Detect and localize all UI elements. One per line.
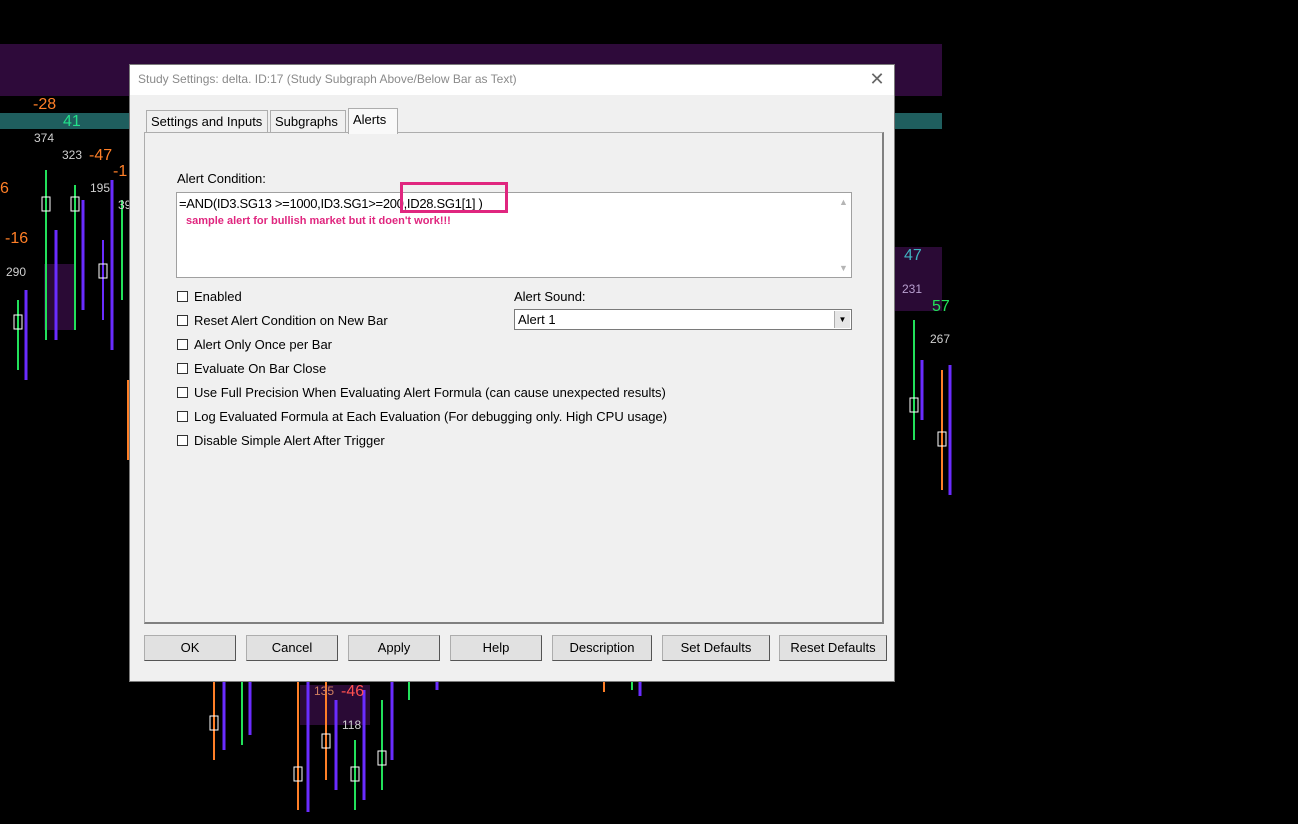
log-formula-checkbox[interactable] <box>177 411 188 422</box>
textarea-scrollbar[interactable]: ▲ ▼ <box>836 193 851 277</box>
enabled-checkbox[interactable] <box>177 291 188 302</box>
alert-condition-label: Alert Condition: <box>177 171 266 186</box>
checkbox-label: Enabled <box>194 289 242 304</box>
checkbox-label: Evaluate On Bar Close <box>194 361 327 376</box>
checkbox-label: Use Full Precision When Evaluating Alert… <box>194 385 666 400</box>
reset-defaults-button[interactable]: Reset Defaults <box>779 635 887 661</box>
chart-value-label: 323 <box>62 148 83 162</box>
close-icon[interactable]: ✕ <box>866 68 888 90</box>
chart-value-label: 290 <box>6 265 27 279</box>
chart-value-label: 374 <box>34 131 55 145</box>
checkbox-label: Log Evaluated Formula at Each Evaluation… <box>194 409 668 424</box>
alert-sound-label: Alert Sound: <box>514 289 586 304</box>
apply-button[interactable]: Apply <box>348 635 440 661</box>
help-button[interactable]: Help <box>450 635 542 661</box>
tab-settings-and-inputs[interactable]: Settings and Inputs <box>146 110 268 132</box>
checkbox-label: Reset Alert Condition on New Bar <box>194 313 388 328</box>
evaluate-bar-close-checkbox[interactable] <box>177 363 188 374</box>
chart-value-label: -1 <box>113 163 128 180</box>
study-settings-dialog: Study Settings: delta. ID:17 (Study Subg… <box>129 64 895 682</box>
chart-value-label: 41 <box>63 113 81 130</box>
alert-once-checkbox[interactable] <box>177 339 188 350</box>
purple-block <box>44 264 74 330</box>
chart-value-label: 57 <box>932 298 950 315</box>
chart-value-label: 231 <box>902 282 923 296</box>
checkbox-label: Alert Only Once per Bar <box>194 337 332 352</box>
checkbox-label: Disable Simple Alert After Trigger <box>194 433 385 448</box>
tab-alerts[interactable]: Alerts <box>348 108 398 134</box>
ok-button[interactable]: OK <box>144 635 236 661</box>
chart-value-label: -47 <box>89 147 113 164</box>
tab-subgraphs[interactable]: Subgraphs <box>270 110 346 132</box>
alert-condition-textarea[interactable]: =AND(ID3.SG13 >=1000,ID3.SG1>=200,ID28.S… <box>176 192 852 278</box>
annotation-note: sample alert for bullish market but it d… <box>186 215 451 227</box>
description-button[interactable]: Description <box>552 635 652 661</box>
chart-value-label: 135 <box>314 684 335 698</box>
chart-value-label: 47 <box>904 247 922 264</box>
dialog-title: Study Settings: delta. ID:17 (Study Subg… <box>138 72 517 86</box>
chart-value-label: -16 <box>5 230 29 247</box>
chart-value-label: 118 <box>342 718 362 732</box>
chart-value-label: 267 <box>930 332 951 346</box>
scroll-up-icon[interactable]: ▲ <box>836 197 851 207</box>
annotation-highlight-box <box>400 182 508 213</box>
alert-sound-select[interactable]: Alert 1 ▼ <box>514 309 852 330</box>
scroll-down-icon[interactable]: ▼ <box>836 263 851 273</box>
disable-simple-alert-checkbox[interactable] <box>177 435 188 446</box>
chart-value-label: -28 <box>33 96 57 113</box>
full-precision-checkbox[interactable] <box>177 387 188 398</box>
dialog-title-bar[interactable]: Study Settings: delta. ID:17 (Study Subg… <box>130 65 894 95</box>
reset-alert-checkbox[interactable] <box>177 315 188 326</box>
chart-value-label: 6 <box>0 180 9 197</box>
chart-value-label: -46 <box>341 683 365 700</box>
cancel-button[interactable]: Cancel <box>246 635 338 661</box>
chevron-down-icon[interactable]: ▼ <box>834 311 850 328</box>
set-defaults-button[interactable]: Set Defaults <box>662 635 770 661</box>
chart-value-label: 195 <box>90 181 111 195</box>
alert-sound-value: Alert 1 <box>518 312 556 327</box>
